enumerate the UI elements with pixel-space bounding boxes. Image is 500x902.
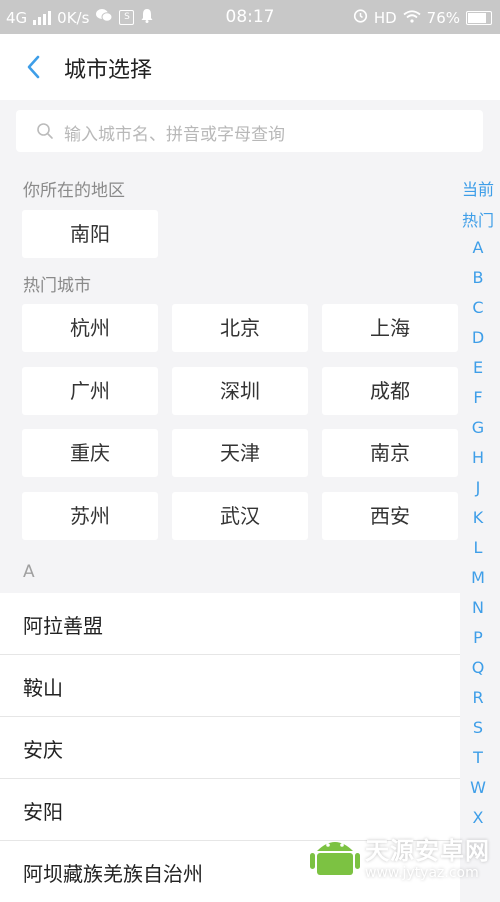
index-letter[interactable]: P [456,628,500,647]
search-area: 输入城市名、拼音或字母查询 [0,100,500,162]
search-input[interactable]: 输入城市名、拼音或字母查询 [16,110,483,152]
hot-cities-label: 热门城市 [23,276,91,296]
header-bar: 城市选择 [0,34,500,100]
hot-city-button[interactable]: 武汉 [172,492,308,540]
watermark-name: 天源安卓网 [365,837,490,865]
battery-percent: 76% [426,8,460,27]
battery-icon [466,10,492,25]
city-list-item[interactable]: 安庆 [0,717,460,779]
city-name: 安庆 [23,738,63,762]
hot-city-button[interactable]: 苏州 [22,492,158,540]
index-letter[interactable]: M [456,568,500,587]
hot-city-button[interactable]: 重庆 [22,429,158,477]
hot-city-button[interactable]: 杭州 [22,304,158,352]
index-letter[interactable]: W [456,778,500,797]
city-list-item[interactable]: 鞍山 [0,655,460,717]
city-name: 阿坝藏族羌族自治州 [23,862,203,886]
hot-city-button[interactable]: 西安 [322,492,458,540]
index-letter[interactable]: E [456,358,500,377]
index-letter[interactable]: R [456,688,500,707]
status-right: HD 76% [353,8,492,27]
search-placeholder: 输入城市名、拼音或字母查询 [64,125,285,145]
index-letter[interactable]: J [456,478,500,497]
city-name: 安阳 [23,800,63,824]
current-location-label: 你所在的地区 [23,181,125,201]
page-title: 城市选择 [64,58,153,83]
index-letter[interactable]: L [456,538,500,557]
wifi-icon [403,9,421,27]
back-button[interactable] [20,52,50,82]
city-name: 阿拉善盟 [23,614,103,638]
city-name: 鞍山 [23,676,63,700]
hot-city-button[interactable]: 广州 [22,367,158,415]
letter-header: A [23,562,35,582]
hot-city-button[interactable]: 成都 [322,367,458,415]
hot-city-button[interactable]: 深圳 [172,367,308,415]
index-letter[interactable]: A [456,238,500,257]
index-letter[interactable]: F [456,388,500,407]
index-letter[interactable]: N [456,598,500,617]
watermark-url: www.jytyaz.com [365,865,479,881]
alarm-icon [353,8,368,27]
index-letter[interactable]: D [456,328,500,347]
hot-city-button[interactable]: 上海 [322,304,458,352]
index-hot[interactable]: 热门 [456,207,500,231]
index-letter[interactable]: C [456,298,500,317]
index-letter[interactable]: Q [456,658,500,677]
city-list-item[interactable]: 阿拉善盟 [0,593,460,655]
index-letter[interactable]: H [456,448,500,467]
status-bar: 4G 0K/s S 08:17 HD 76% [0,0,500,34]
hot-city-button[interactable]: 天津 [172,429,308,477]
index-letter[interactable]: T [456,748,500,767]
hot-city-button[interactable]: 南京 [322,429,458,477]
index-letter[interactable]: B [456,268,500,287]
chevron-left-icon [27,55,40,79]
android-logo-icon [310,842,360,875]
current-city-button[interactable]: 南阳 [22,210,158,258]
search-icon [37,123,53,139]
index-current[interactable]: 当前 [456,176,500,200]
index-letter[interactable]: S [456,718,500,737]
watermark: 天源安卓网 www.jytyaz.com [305,825,500,889]
index-letter[interactable]: G [456,418,500,437]
index-letter[interactable]: K [456,508,500,527]
hot-city-button[interactable]: 北京 [172,304,308,352]
hd-indicator: HD [373,8,397,27]
